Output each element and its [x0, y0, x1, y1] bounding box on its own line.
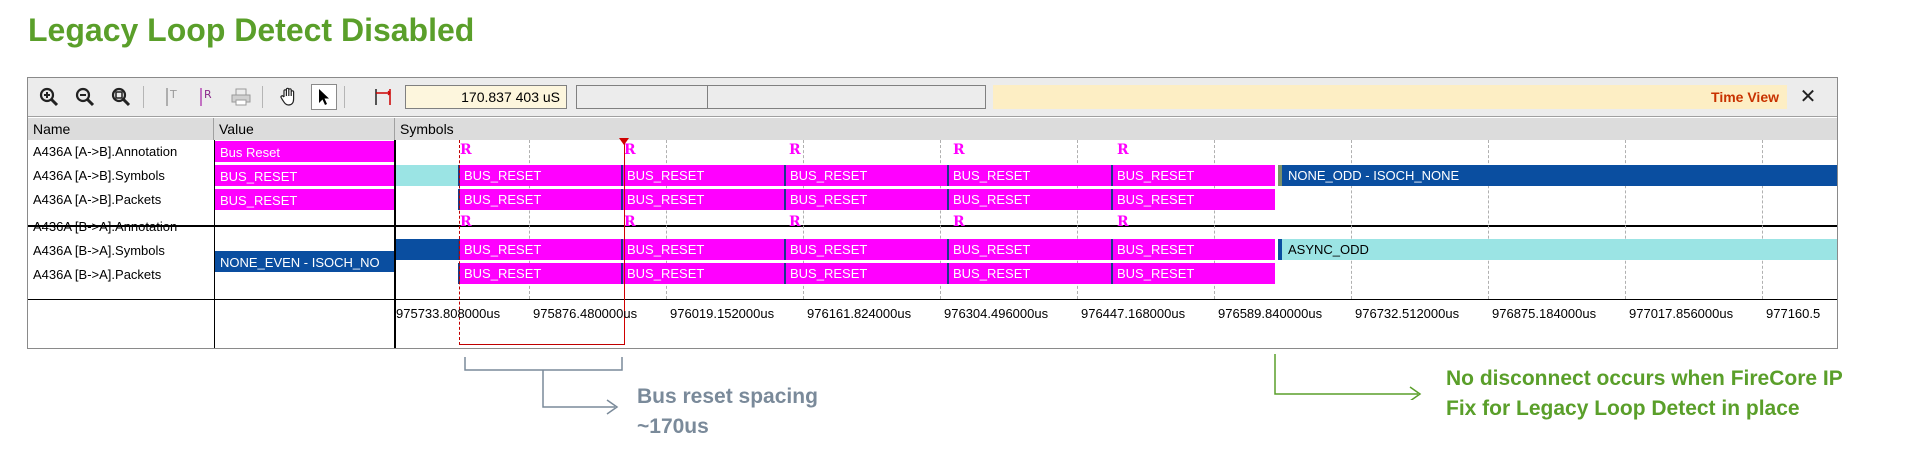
reset-marker[interactable]: R [1117, 142, 1129, 158]
fix-annotation-line2: Fix for Legacy Loop Detect in place [1446, 397, 1800, 420]
reset-marker[interactable]: R [624, 214, 636, 230]
signal-value [215, 275, 394, 296]
grid-line [1625, 140, 1626, 299]
symbol-segment: BUS_RESET [784, 165, 947, 186]
column-header-name[interactable]: Name [28, 118, 214, 140]
symbol-segment: BUS_RESET [458, 239, 621, 260]
symbol-segment: BUS_RESET [621, 165, 784, 186]
time-tick: 976304.496000us [944, 306, 1049, 321]
reset-marker[interactable]: R [789, 214, 801, 230]
svg-text:T: T [169, 88, 177, 101]
packet-segment: BUS_RESET [947, 263, 1111, 284]
fix-annotation-line1: No disconnect occurs when FireCore IP [1446, 367, 1843, 390]
printer-icon[interactable] [228, 84, 254, 110]
signal-value: NONE_EVEN - ISOCH_NO [215, 251, 394, 272]
grid-line [1762, 140, 1763, 299]
reset-marker[interactable]: R [789, 142, 801, 158]
signal-name[interactable]: A436A [B->A].Packets [28, 263, 214, 287]
reset-marker[interactable]: R [953, 142, 965, 158]
svg-text:R: R [204, 88, 212, 101]
zoom-out-icon[interactable] [72, 84, 98, 110]
range-icon[interactable] [370, 84, 396, 110]
symbol-segment: BUS_RESET [621, 239, 784, 260]
axis-divider [28, 299, 1837, 300]
packet-segment: BUS_RESET [1111, 263, 1275, 284]
time-delta-field[interactable]: 170.837 403 uS [405, 85, 567, 109]
symbol-segment: BUS_RESET [784, 239, 947, 260]
cursor-span-line [459, 344, 625, 345]
packet-segment: BUS_RESET [458, 189, 621, 210]
signal-value: Bus Reset [215, 141, 394, 162]
spacing-bracket-icon [464, 357, 623, 415]
packet-segment: BUS_RESET [1111, 189, 1275, 210]
signal-value [215, 214, 394, 235]
packet-segment: BUS_RESET [621, 263, 784, 284]
signal-name[interactable]: A436A [A->B].Annotation [28, 140, 214, 164]
time-tick: 976447.168000us [1081, 306, 1186, 321]
zoom-in-icon[interactable] [36, 84, 62, 110]
time-view-label: Time View [993, 85, 1787, 109]
close-icon[interactable]: ✕ [1796, 84, 1820, 108]
time-tick: 977160.5 [1766, 306, 1821, 321]
column-header-value[interactable]: Value [214, 118, 395, 140]
signal-name[interactable]: A436A [A->B].Packets [28, 188, 214, 212]
cursor-r-handle-icon[interactable] [619, 138, 629, 145]
slide-title: Legacy Loop Detect Disabled [28, 12, 475, 48]
fix-arrow-icon [1274, 354, 1422, 400]
column-header-symbols[interactable]: Symbols [395, 118, 1837, 140]
toolbar-separator [143, 86, 144, 108]
grid-line [1488, 140, 1489, 299]
time-tick: 976589.840000us [1218, 306, 1323, 321]
symbol-segment [396, 239, 458, 260]
symbol-segment: BUS_RESET [458, 165, 621, 186]
symbol-segment: BUS_RESET [947, 165, 1111, 186]
signal-value: BUS_RESET [215, 189, 394, 210]
grid-line [1351, 140, 1352, 299]
zoom-fit-icon[interactable] [108, 84, 134, 110]
packet-segment: BUS_RESET [458, 263, 621, 284]
symbol-segment: BUS_RESET [1111, 165, 1275, 186]
pointer-icon[interactable] [311, 84, 337, 110]
toolbar: T R 170.837 403 uS Time View ✕ [28, 78, 1837, 117]
signal-name[interactable]: A436A [B->A].Annotation [28, 215, 214, 239]
reset-marker[interactable]: R [953, 214, 965, 230]
cursor-t-icon[interactable]: T [160, 84, 186, 110]
packet-segment: BUS_RESET [621, 189, 784, 210]
waveform-window: T R 170.837 403 uS Time View ✕ Name Valu… [27, 77, 1838, 349]
spacing-annotation-line2: ~170us [637, 415, 709, 438]
time-tick: 977017.856000us [1629, 306, 1734, 321]
packet-segment: BUS_RESET [947, 189, 1111, 210]
symbol-segment: BUS_RESET [947, 239, 1111, 260]
time-tick: 975733.808000us [396, 306, 501, 321]
packet-segment: BUS_RESET [784, 189, 947, 210]
time-tick: 976875.184000us [1492, 306, 1597, 321]
toolbar-separator [344, 86, 345, 108]
hand-icon[interactable] [276, 84, 302, 110]
cursor-r-icon[interactable]: R [194, 84, 220, 110]
time-tick: 976161.824000us [807, 306, 912, 321]
time-tick: 976019.152000us [670, 306, 775, 321]
reset-marker[interactable]: R [460, 142, 472, 158]
reset-marker[interactable]: R [460, 214, 472, 230]
packet-segment: BUS_RESET [784, 263, 947, 284]
toolbar-separator [262, 86, 263, 108]
symbol-segment: BUS_RESET [1111, 239, 1275, 260]
time-tick: 976732.512000us [1355, 306, 1460, 321]
signal-name[interactable]: A436A [B->A].Symbols [28, 239, 214, 263]
symbol-segment [396, 165, 458, 186]
signal-name[interactable]: A436A [A->B].Symbols [28, 164, 214, 188]
symbol-segment: NONE_ODD - ISOCH_NONE [1278, 165, 1837, 186]
time-tick: 975876.480000us [533, 306, 638, 321]
spacing-annotation-line1: Bus reset spacing [637, 385, 818, 408]
reset-marker[interactable]: R [1117, 214, 1129, 230]
signal-value: BUS_RESET [215, 165, 394, 186]
symbol-segment: ASYNC_ODD [1278, 239, 1837, 260]
overview-bar[interactable] [576, 85, 986, 109]
